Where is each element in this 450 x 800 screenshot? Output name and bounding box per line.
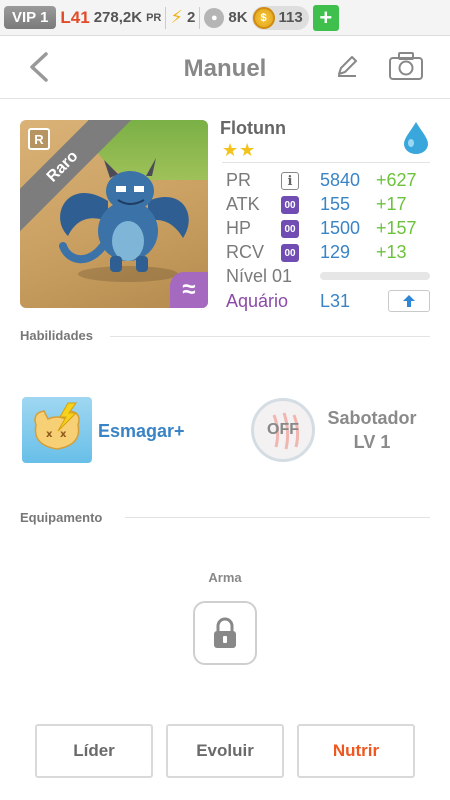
info-icon[interactable]: i: [281, 172, 299, 190]
skill-off-badge[interactable]: OFF: [251, 398, 315, 462]
stat-row-rcv: RCV 00 129 +13: [226, 242, 436, 266]
level-up-button[interactable]: [388, 290, 430, 312]
energy-icon: ⚡: [170, 7, 184, 27]
svg-text:x: x: [60, 429, 67, 440]
svg-text:x: x: [46, 429, 53, 440]
stat-row-hp: HP 00 1500 +157: [226, 218, 436, 242]
stat-potential-icon: 00: [281, 220, 299, 238]
level-label: Nível 01: [226, 266, 293, 286]
stat-value: 129: [320, 242, 351, 262]
stat-row-pr: PR i 5840 +627: [226, 170, 436, 194]
gems-value: 113: [278, 9, 303, 26]
equipment-heading: Equipamento: [20, 510, 103, 525]
gems-counter[interactable]: $ 113: [251, 5, 309, 30]
element-water-icon: ≈: [170, 272, 208, 308]
food-value: 8K: [228, 9, 248, 26]
skill-icon-smash[interactable]: x x: [22, 397, 92, 463]
divider: [110, 336, 430, 337]
monster-portrait[interactable]: Raro R ≈: [20, 120, 208, 308]
player-level: L41: [60, 7, 90, 27]
feed-button[interactable]: Nutrir: [297, 724, 415, 778]
power-value: 278,2K: [93, 9, 143, 26]
paw-icon: ●: [204, 7, 225, 28]
coin-icon: $: [252, 6, 275, 29]
divider: [125, 517, 430, 518]
page-header: Manuel: [0, 37, 450, 99]
stat-label: RCV: [226, 242, 265, 262]
evolve-button[interactable]: Evoluir: [166, 724, 284, 778]
add-gems-button[interactable]: +: [312, 4, 339, 31]
skill-level: LV 1: [353, 432, 391, 452]
stat-label: HP: [226, 218, 252, 238]
stat-potential-icon: 00: [281, 244, 299, 262]
star-rating: ★★: [222, 140, 257, 160]
skill-name: Sabotador: [327, 408, 417, 428]
page-title: Manuel: [183, 55, 267, 82]
stat-value: 1500: [320, 218, 361, 238]
stat-value: 5840: [320, 170, 361, 190]
level-progress-bar: [320, 272, 430, 280]
leader-button[interactable]: Líder: [35, 724, 153, 778]
divider: [165, 6, 167, 29]
stat-row-atk: ATK 00 155 +17: [226, 194, 436, 218]
stat-value: 155: [320, 194, 351, 214]
skill-name[interactable]: Esmagar+: [98, 421, 185, 442]
monster-name: Flotunn: [220, 118, 286, 138]
rarity-badge: R: [28, 128, 50, 150]
energy-value: 2: [187, 9, 196, 26]
weapon-slot[interactable]: [193, 601, 257, 665]
lock-icon: [214, 617, 236, 648]
vip-badge[interactable]: VIP 1: [4, 6, 57, 29]
stat-bonus: +157: [376, 218, 417, 238]
stat-potential-icon: 00: [281, 196, 299, 214]
level-cap: L31: [320, 291, 351, 311]
smash-skill-icon: x x: [34, 402, 80, 450]
stat-label: ATK: [226, 194, 260, 214]
water-drop-icon[interactable]: [402, 120, 430, 154]
skill-status: OFF: [267, 421, 299, 438]
camera-icon[interactable]: [388, 51, 424, 81]
power-unit: PR: [146, 11, 162, 24]
edit-pencil-icon[interactable]: [334, 53, 360, 79]
divider: [199, 6, 201, 29]
divider: [222, 162, 430, 163]
attribute-label: Aquário: [226, 291, 289, 311]
skills-heading: Habilidades: [20, 328, 93, 343]
stat-bonus: +17: [376, 194, 407, 214]
status-bar: VIP 1 L41 278,2K PR ⚡ 2 ● 8K $ 113 +: [0, 0, 450, 36]
stat-bonus: +13: [376, 242, 407, 262]
arrow-up-icon: [403, 295, 415, 307]
stat-bonus: +627: [376, 170, 417, 190]
stat-label: PR: [226, 170, 252, 190]
weapon-slot-label: Arma: [208, 570, 242, 585]
